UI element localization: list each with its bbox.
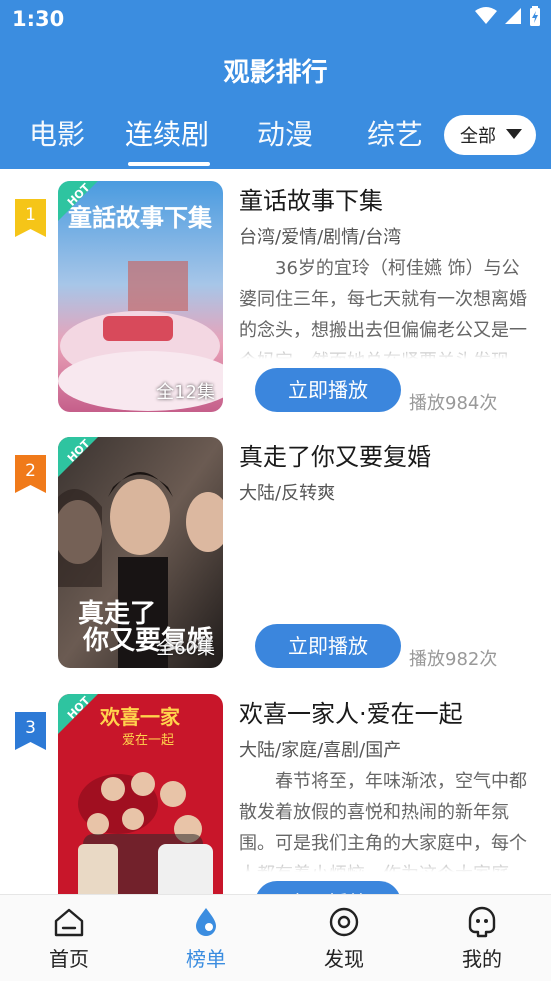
tab-anime[interactable]: 动漫 — [257, 113, 313, 153]
nav-label: 我的 — [462, 947, 502, 971]
tab-movie[interactable]: 电影 — [29, 113, 85, 153]
play-count: 播放984次 — [409, 393, 498, 414]
rank-number: 3 — [25, 718, 36, 738]
nav-home[interactable]: 首页 — [24, 905, 114, 972]
description-fade — [239, 852, 535, 872]
rank-drop-icon — [196, 908, 216, 936]
bottom-navigation: 首页 榜单 发现 我的 — [0, 894, 551, 981]
tab-variety[interactable]: 综艺 — [367, 113, 423, 153]
home-icon — [54, 908, 84, 937]
svg-text:爱在一起: 爱在一起 — [122, 733, 174, 748]
wifi-icon — [475, 7, 497, 24]
status-icons — [475, 6, 541, 26]
item-title[interactable]: 欢喜一家人·爱在一起 — [239, 694, 463, 729]
rank-badge: 3 — [15, 712, 46, 750]
discover-icon — [329, 907, 359, 937]
nav-label: 发现 — [324, 947, 364, 971]
hot-badge: HOT — [58, 694, 98, 734]
item-description — [239, 509, 535, 615]
category-tabs: 电影 连续剧 动漫 综艺 全部 — [0, 110, 551, 169]
nav-label: 首页 — [49, 947, 89, 971]
item-title[interactable]: 童话故事下集 — [239, 181, 383, 216]
nav-ranking[interactable]: 榜单 — [161, 905, 251, 972]
active-tab-indicator — [128, 162, 210, 166]
poster-image[interactable]: 真走了 你又要复婚 HOT 全60集 — [58, 437, 223, 668]
play-now-button[interactable]: 立即播放 — [255, 881, 401, 894]
poster-image[interactable]: 欢喜一家 爱在一起 HOT — [58, 694, 223, 894]
app-header: 1:30 观影排行 电影 连续剧 动漫 综艺 全部 — [0, 0, 551, 169]
play-now-button[interactable]: 立即播放 — [255, 624, 401, 668]
rank-badge: 2 — [15, 455, 46, 493]
rank-number: 2 — [25, 461, 36, 481]
battery-icon — [530, 6, 540, 26]
signal-icon — [505, 8, 521, 24]
hot-badge: HOT — [58, 437, 98, 477]
play-count: 播放982次 — [409, 649, 498, 670]
poster-image[interactable]: 童話故事下集 HOT 全12集 — [58, 181, 223, 412]
play-now-button[interactable]: 立即播放 — [255, 368, 401, 412]
svg-text:真走了: 真走了 — [78, 599, 156, 629]
nav-discover[interactable]: 发现 — [299, 905, 389, 972]
list-item[interactable]: 2 真走了 你又要复婚 HOT 全60集 真走了你又要复婚 大陆/反转爽 立即播… — [0, 425, 551, 681]
filter-dropdown[interactable]: 全部 — [444, 115, 536, 155]
status-bar: 1:30 — [0, 0, 551, 38]
item-tags: 大陆/家庭/喜剧/国产 — [239, 740, 402, 761]
item-title[interactable]: 真走了你又要复婚 — [239, 437, 431, 472]
episode-count: 全12集 — [156, 382, 215, 403]
rank-number: 1 — [25, 205, 36, 225]
item-tags: 大陆/反转爽 — [239, 483, 336, 504]
status-time: 1:30 — [12, 7, 65, 31]
caret-down-icon — [506, 129, 522, 139]
episode-count: 全60集 — [156, 638, 215, 659]
filter-label: 全部 — [460, 126, 496, 147]
hot-badge: HOT — [58, 181, 98, 221]
page-title: 观影排行 — [223, 58, 328, 88]
item-tags: 台湾/爱情/剧情/台湾 — [239, 227, 402, 248]
ranking-list: 1 童話故事下集 HOT 全12集 童话故事下集 台湾/爱情/剧情/台湾 36岁… — [0, 169, 551, 894]
rank-badge: 1 — [15, 199, 46, 237]
tab-series[interactable]: 连续剧 — [125, 113, 209, 153]
nav-label: 榜单 — [186, 947, 226, 971]
profile-icon — [468, 906, 496, 938]
list-item[interactable]: 1 童話故事下集 HOT 全12集 童话故事下集 台湾/爱情/剧情/台湾 36岁… — [0, 169, 551, 425]
description-fade — [239, 339, 535, 359]
list-item[interactable]: 3 欢喜一家 爱在一起 HOT 欢喜一家人·爱在一起 大陆/家庭/喜剧/国产 春… — [0, 682, 551, 894]
nav-profile[interactable]: 我的 — [437, 905, 527, 972]
